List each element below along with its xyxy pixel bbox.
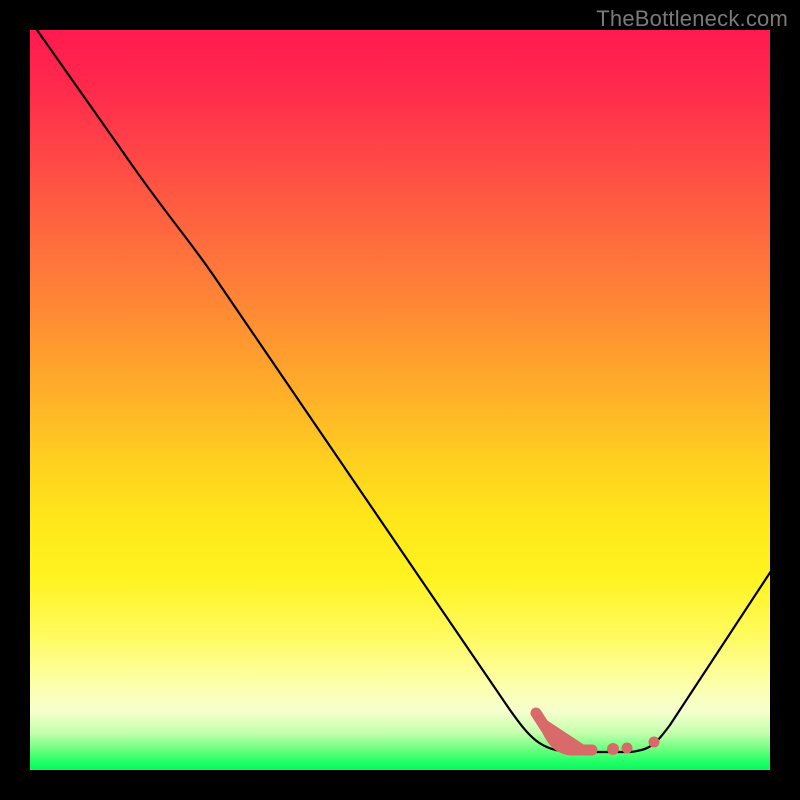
plot-area (30, 30, 770, 770)
bottleneck-curve (30, 30, 770, 752)
highlight-markers (536, 713, 659, 755)
watermark-text: TheBottleneck.com (596, 6, 788, 32)
chart-container: TheBottleneck.com (0, 0, 800, 800)
curve-overlay (30, 30, 770, 770)
